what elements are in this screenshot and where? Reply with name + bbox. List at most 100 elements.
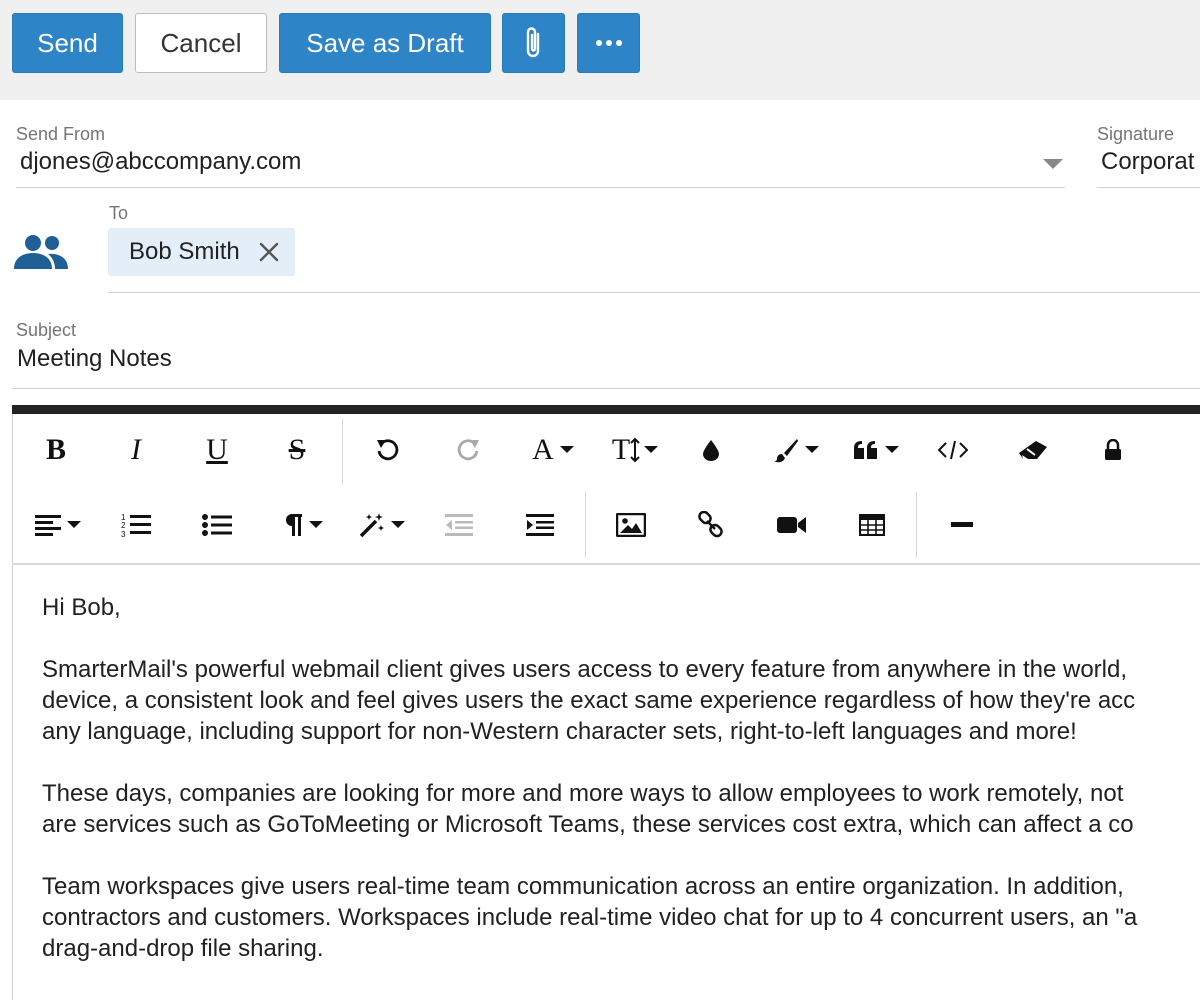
unordered-list-button[interactable] (187, 497, 247, 553)
save-as-draft-button[interactable]: Save as Draft (279, 13, 491, 73)
chevron-down-icon (559, 446, 574, 453)
signature-underline (1097, 187, 1200, 188)
cancel-button[interactable]: Cancel (135, 13, 267, 73)
text-line: any language, including support for non-… (42, 718, 1077, 745)
undo-button[interactable] (358, 422, 418, 478)
svg-text:3: 3 (121, 530, 126, 538)
send-button[interactable]: Send (12, 13, 123, 73)
outdent-button[interactable] (429, 497, 489, 553)
insert-table-button[interactable] (842, 497, 902, 553)
bold-icon: B (45, 433, 66, 466)
chevron-down-icon (309, 521, 323, 528)
text-line: Team workspaces give users real-time tea… (42, 873, 1124, 900)
text-line: are services such as GoToMeeting or Micr… (42, 811, 1134, 838)
bold-button[interactable]: B (26, 422, 86, 478)
eraser-icon (1019, 441, 1047, 459)
send-from-label: Send From (16, 124, 106, 144)
text-line: These days, companies are looking for mo… (42, 780, 1124, 807)
outdent-icon (445, 514, 473, 536)
align-left-icon (35, 515, 61, 536)
greeting: Hi Bob, (42, 594, 121, 621)
attach-button[interactable] (502, 13, 565, 73)
code-icon (938, 440, 968, 460)
paragraph: These days, companies are looking for mo… (42, 778, 1200, 840)
italic-icon: I (131, 433, 141, 466)
unordered-list-icon (202, 514, 232, 536)
subject-underline (12, 388, 1200, 389)
subject-label: Subject (16, 320, 77, 340)
horizontal-line-icon (951, 522, 973, 527)
text-height-icon (630, 437, 640, 463)
toolbar-separator (585, 492, 586, 558)
font-family-icon: A (532, 433, 554, 466)
editor-top-border (12, 405, 1200, 414)
underline-button[interactable]: U (187, 422, 247, 478)
insert-link-button[interactable] (681, 497, 741, 553)
close-icon[interactable] (258, 241, 280, 263)
signature-label: Signature (1097, 124, 1175, 144)
toolbar-divider (12, 563, 1200, 565)
link-icon (698, 511, 723, 538)
font-size-icon: T (611, 433, 631, 466)
strikethrough-button[interactable]: S (267, 422, 327, 478)
magic-wand-button[interactable] (352, 497, 412, 553)
redo-icon (457, 439, 479, 461)
magic-wand-icon (359, 513, 384, 538)
lock-button[interactable] (1083, 422, 1143, 478)
svg-text:2: 2 (121, 521, 126, 530)
ordered-list-button[interactable]: 1 2 3 (106, 497, 166, 553)
message-body[interactable]: Hi Bob, SmarterMail's powerful webmail c… (42, 592, 1200, 995)
toolbar-separator (916, 492, 917, 558)
paragraph: Team workspaces give users real-time tea… (42, 871, 1200, 964)
font-family-button[interactable]: A (523, 422, 583, 478)
paperclip-icon (526, 27, 539, 58)
text-line: device, a consistent look and feel gives… (42, 687, 1136, 714)
insert-image-button[interactable] (601, 497, 661, 553)
text-line: contractors and customers. Workspaces in… (42, 904, 1138, 931)
chevron-down-icon (644, 446, 659, 453)
chevron-down-icon (391, 521, 405, 528)
lock-icon (1105, 439, 1121, 460)
font-size-button[interactable]: T (605, 422, 665, 478)
text-line: drag-and-drop file sharing. (42, 935, 324, 962)
recipient-chip[interactable]: Bob Smith (108, 228, 295, 276)
indent-icon (526, 514, 554, 536)
ellipsis-icon (595, 40, 622, 46)
clear-formatting-button[interactable] (1003, 422, 1063, 478)
send-from-underline (16, 187, 1065, 188)
insert-video-button[interactable] (762, 497, 822, 553)
video-camera-icon (777, 517, 806, 533)
signature-select[interactable]: Corporat (1101, 148, 1194, 176)
toolbar-separator (342, 418, 343, 484)
droplet-icon (703, 440, 719, 461)
paragraph-icon (286, 514, 302, 536)
table-icon (859, 514, 885, 536)
code-view-button[interactable] (923, 422, 983, 478)
redo-button[interactable] (438, 422, 498, 478)
paintbrush-icon (774, 439, 798, 463)
indent-button[interactable] (510, 497, 570, 553)
italic-button[interactable]: I (106, 422, 166, 478)
strikethrough-icon: S (288, 433, 306, 466)
align-button[interactable] (28, 497, 88, 553)
paragraph: SmarterMail's powerful webmail client gi… (42, 654, 1200, 747)
underline-icon: U (206, 433, 228, 466)
more-options-button[interactable] (577, 13, 640, 73)
chevron-down-icon (67, 521, 81, 528)
chevron-down-icon (885, 446, 899, 453)
undo-icon (377, 439, 399, 461)
chevron-down-icon[interactable] (1043, 159, 1063, 169)
horizontal-line-button[interactable] (932, 497, 992, 553)
subject-input[interactable]: Meeting Notes (17, 345, 172, 373)
text-line: SmarterMail's powerful webmail client gi… (42, 656, 1128, 683)
contacts-icon[interactable] (14, 233, 68, 271)
send-from-select[interactable]: djones@abccompany.com (20, 148, 301, 176)
to-label: To (109, 203, 129, 223)
paragraph-format-button[interactable] (273, 497, 333, 553)
action-toolbar: Send Cancel Save as Draft (0, 0, 1200, 100)
to-underline (108, 292, 1200, 293)
text-color-button[interactable] (681, 422, 741, 478)
background-color-button[interactable] (766, 422, 826, 478)
recipient-name: Bob Smith (129, 238, 240, 265)
quote-button[interactable] (846, 422, 906, 478)
